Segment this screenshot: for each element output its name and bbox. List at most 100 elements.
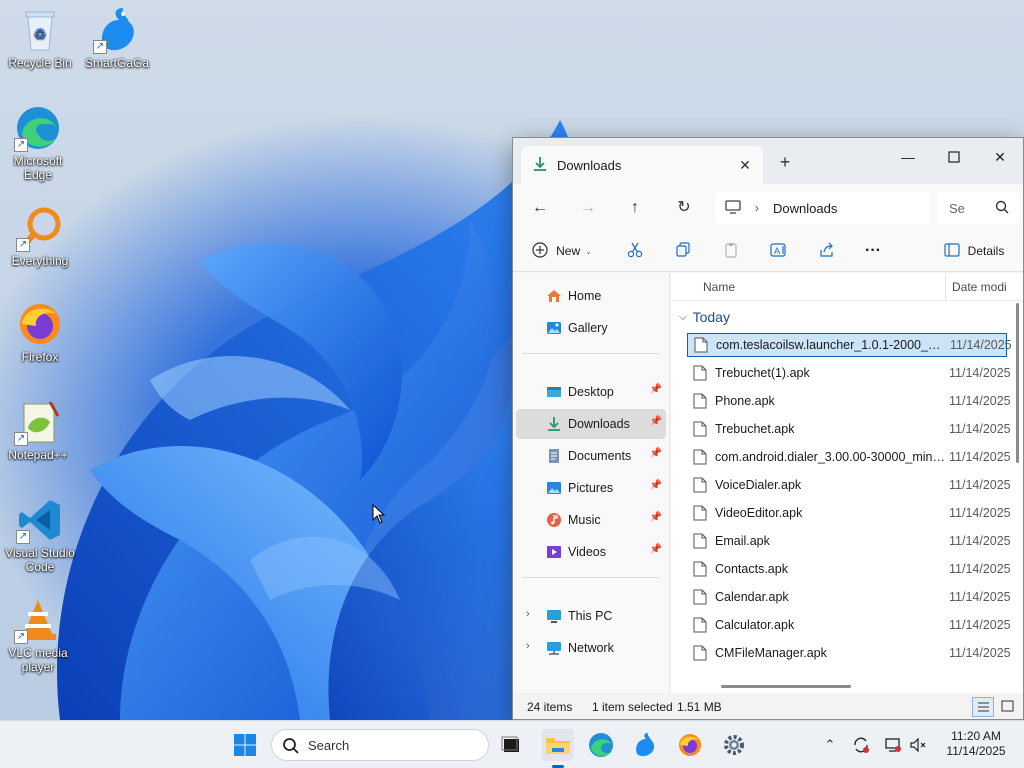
search-icon	[995, 200, 1009, 217]
nav-item-downloads[interactable]: Downloads 📌	[516, 409, 666, 439]
desktop-icon-notepadpp[interactable]: ↗ Notepad++	[0, 398, 76, 462]
file-row[interactable]: Trebuchet(1).apk 11/14/2025	[687, 361, 1011, 385]
file-row[interactable]: CMFileManager.apk 11/14/2025	[687, 641, 1011, 665]
refresh-button[interactable]: ↻	[668, 192, 700, 224]
desktop-icon-vscode[interactable]: ↗ Visual Studio Code	[0, 496, 80, 574]
network-status-icon[interactable]	[883, 735, 903, 755]
close-window-button[interactable]: ✕	[977, 142, 1023, 172]
pin-icon[interactable]: 📌	[650, 384, 662, 395]
taskbar-edge-button[interactable]	[585, 729, 617, 761]
close-tab-icon[interactable]: ✕	[735, 155, 755, 175]
desktop-icon-edge[interactable]: ↗ Microsoft Edge	[2, 104, 74, 182]
address-location[interactable]: Downloads	[773, 201, 837, 216]
vertical-scrollbar[interactable]	[1016, 303, 1019, 463]
pin-icon[interactable]: 📌	[650, 512, 662, 523]
group-header-today[interactable]: ⌵ Today	[679, 309, 730, 325]
tab-downloads[interactable]: Downloads ✕	[521, 146, 763, 184]
search-placeholder: Se	[949, 200, 965, 216]
taskbar-file-explorer-button[interactable]	[542, 729, 574, 761]
taskbar-settings-button[interactable]	[718, 729, 750, 761]
file-date: 11/14/2025	[949, 534, 1011, 548]
file-date: 11/14/2025	[949, 366, 1011, 380]
nav-item-videos[interactable]: Videos 📌	[516, 537, 666, 567]
file-row[interactable]: Contacts.apk 11/14/2025	[687, 557, 1011, 581]
pin-icon[interactable]: 📌	[650, 448, 662, 459]
more-options-icon[interactable]: ···	[859, 236, 887, 266]
file-row[interactable]: Email.apk 11/14/2025	[687, 529, 1011, 553]
windows-logo-icon	[234, 734, 256, 756]
file-row[interactable]: Phone.apk 11/14/2025	[687, 389, 1011, 413]
taskbar-firefox-button[interactable]	[674, 729, 706, 761]
recycle-bin-icon: ♻	[16, 6, 64, 54]
taskbar-task-view-button[interactable]	[495, 729, 527, 761]
address-bar[interactable]: › Downloads	[715, 192, 929, 224]
nav-item-pictures[interactable]: Pictures 📌	[516, 473, 666, 503]
new-tab-button[interactable]: +	[773, 150, 797, 174]
file-name: CMFileManager.apk	[715, 646, 827, 660]
copy-button[interactable]	[669, 236, 697, 266]
share-button[interactable]	[813, 236, 841, 266]
file-row[interactable]: com.android.dialer_3.00.00-30000_minAP..…	[687, 445, 1011, 469]
file-explorer-window[interactable]: Downloads ✕ + — ✕ ← → ↑ ↻ › Downloads Se	[512, 137, 1024, 720]
forward-button[interactable]: →	[572, 192, 604, 224]
column-header-name[interactable]: Name	[703, 280, 735, 294]
item-count: 24 items	[527, 700, 573, 714]
details-view-button[interactable]	[972, 697, 994, 717]
desktop-icon-firefox[interactable]: Firefox	[2, 300, 78, 364]
edge-icon: ↗	[14, 104, 62, 152]
desktop-icon-recycle-bin[interactable]: ♻ Recycle Bin	[2, 6, 78, 70]
large-icons-view-button[interactable]	[997, 697, 1019, 717]
chevron-right-icon[interactable]: ›	[526, 608, 530, 620]
start-button[interactable]	[229, 729, 261, 761]
cut-button[interactable]	[621, 236, 649, 266]
desktop-icon-vlc[interactable]: ↗ VLC media player	[0, 596, 76, 674]
file-row[interactable]: VideoEditor.apk 11/14/2025	[687, 501, 1011, 525]
new-button[interactable]: New ⌄	[527, 236, 597, 266]
volume-muted-icon[interactable]	[908, 735, 928, 755]
maximize-button[interactable]	[931, 142, 977, 172]
nav-item-music[interactable]: Music 📌	[516, 505, 666, 535]
pin-icon[interactable]: 📌	[650, 544, 662, 555]
taskbar-search-box[interactable]: Search	[271, 729, 489, 761]
horizontal-scrollbar[interactable]	[721, 685, 851, 688]
nav-item-documents[interactable]: Documents 📌	[516, 441, 666, 471]
file-row[interactable]: Trebuchet.apk 11/14/2025	[687, 417, 1011, 441]
firefox-icon	[16, 300, 64, 348]
shortcut-arrow-icon: ↗	[16, 530, 30, 544]
nav-item-network[interactable]: › Network	[516, 633, 666, 663]
minimize-button[interactable]: —	[885, 142, 931, 172]
mouse-cursor-icon	[372, 503, 386, 527]
sync-icon[interactable]	[851, 735, 871, 755]
pin-icon[interactable]: 📌	[650, 480, 662, 491]
file-row[interactable]: Calendar.apk 11/14/2025	[687, 585, 1011, 609]
file-row[interactable]: com.teslacoilsw.launcher_1.0.1-2000_min.…	[687, 333, 1012, 357]
rename-button[interactable]: A	[765, 236, 793, 266]
up-button[interactable]: ↑	[619, 192, 651, 224]
file-row[interactable]: Calculator.apk 11/14/2025	[687, 613, 1011, 637]
pin-icon[interactable]: 📌	[650, 416, 662, 427]
file-list-pane[interactable]: Name Date modi ⌵ Today com.teslacoilsw.l…	[671, 273, 1023, 693]
pictures-icon	[546, 480, 562, 496]
desktop-icon-smartgaga[interactable]: ↗ SmartGaGa	[79, 6, 155, 70]
nav-item-desktop[interactable]: Desktop 📌	[516, 377, 666, 407]
chevron-right-icon[interactable]: ›	[526, 640, 530, 652]
details-pane-button[interactable]: Details	[939, 236, 1009, 266]
system-clock[interactable]: 11:20 AM 11/14/2025	[936, 729, 1016, 759]
title-bar[interactable]: Downloads ✕ + — ✕	[513, 138, 1023, 184]
file-name: VoiceDialer.apk	[715, 478, 802, 492]
nav-item-gallery[interactable]: Gallery	[516, 313, 666, 343]
nav-item-this-pc[interactable]: › This PC	[516, 601, 666, 631]
paste-button[interactable]	[717, 236, 745, 266]
search-input[interactable]: Se	[937, 192, 1019, 224]
back-button[interactable]: ←	[524, 192, 556, 224]
show-hidden-icons-chevron-up-icon[interactable]: ⌃	[820, 735, 840, 755]
desktop-icon-label: Microsoft Edge	[13, 154, 63, 182]
file-icon	[693, 477, 707, 493]
taskbar-smartgaga-button[interactable]	[629, 729, 661, 761]
desktop-icon-everything[interactable]: ↗ Everything	[2, 204, 78, 268]
file-row[interactable]: VoiceDialer.apk 11/14/2025	[687, 473, 1011, 497]
chevron-down-icon: ⌄	[585, 246, 592, 256]
edge-icon	[589, 733, 613, 757]
nav-item-home[interactable]: Home	[516, 281, 666, 311]
column-header-date[interactable]: Date modi	[945, 273, 1007, 301]
